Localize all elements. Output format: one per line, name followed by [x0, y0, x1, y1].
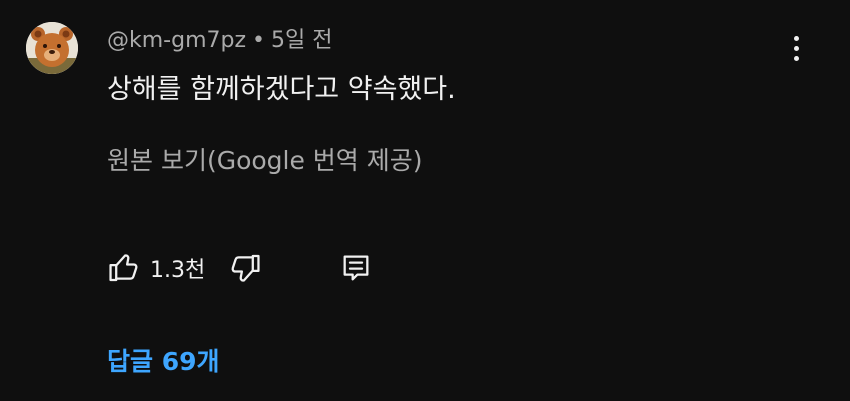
dislike-button[interactable] — [225, 248, 265, 288]
replies-link[interactable]: 답글 69개 — [107, 342, 220, 382]
reply-comment-icon — [343, 255, 369, 281]
thumb-up-icon — [109, 254, 138, 282]
reply-button[interactable] — [336, 248, 376, 288]
comment-card: @km-gm7pz • 5일 전 상해를 함께하겠다고 약속했다. 원본 보기(Go… — [0, 0, 850, 401]
more-vert-icon — [793, 35, 799, 41]
comment-time[interactable]: 5일 전 — [271, 28, 332, 53]
like-button[interactable] — [104, 248, 144, 288]
bear-avatar-icon — [26, 22, 78, 74]
like-count: 1.3천 — [150, 258, 206, 283]
comment-text: 상해를 함께하겠다고 약속했다. — [107, 74, 456, 105]
author-handle[interactable]: @km-gm7pz — [107, 28, 246, 53]
more-options-button[interactable] — [780, 30, 812, 66]
avatar[interactable] — [26, 22, 78, 74]
meta-separator: • — [252, 28, 265, 53]
comment-actions: 1.3천 — [104, 248, 376, 288]
see-original-link[interactable]: 원본 보기(Google 번역 제공) — [107, 141, 423, 181]
thumb-down-icon — [231, 254, 260, 282]
comment-meta: @km-gm7pz • 5일 전 — [107, 26, 332, 56]
